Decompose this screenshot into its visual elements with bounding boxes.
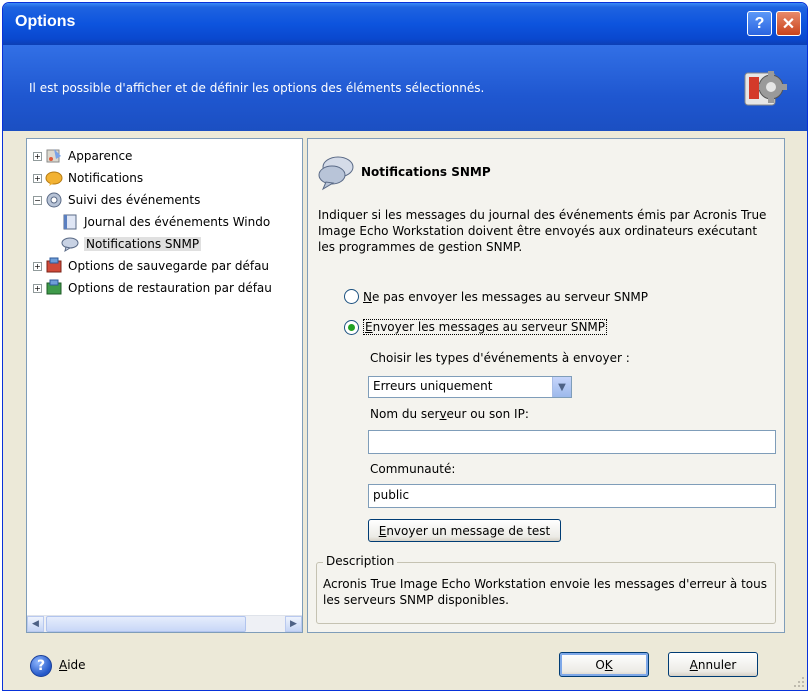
appearance-icon (46, 149, 61, 163)
send-test-message-button[interactable]: Envoyer un message de test (368, 519, 561, 542)
expand-icon[interactable]: + (33, 173, 42, 183)
tree-item-appearance[interactable]: + Apparence (33, 145, 295, 167)
radio-do-not-send[interactable]: Ne pas envoyer les messages au serveur S… (344, 289, 648, 304)
window-title: Options (15, 13, 76, 30)
options-tree-panel: + Apparence + Notifications − Suivi des … (26, 138, 303, 633)
button-label: nnuler (697, 657, 737, 672)
hotkey-letter: N (363, 289, 372, 304)
scrollbar-thumb[interactable] (46, 616, 246, 632)
hotkey-letter: E (365, 320, 373, 334)
notifications-icon (45, 171, 63, 186)
collapse-icon[interactable]: − (33, 195, 42, 205)
hotkey-letter: K (604, 657, 613, 672)
tree-label: Notifications SNMP (84, 237, 202, 251)
expand-icon[interactable]: + (33, 151, 42, 161)
community-input[interactable]: public (368, 484, 776, 508)
event-tracking-icon (46, 192, 62, 208)
backup-options-icon (46, 257, 62, 273)
server-input[interactable] (368, 430, 776, 454)
button-label: nvoyer un message de test (386, 523, 551, 538)
tree-item-restore-options[interactable]: + Options de restauration par défau (33, 277, 295, 299)
tree-item-backup-options[interactable]: + Options de sauvegarde par défau (33, 255, 295, 277)
description-group: Description Acronis True Image Echo Work… (316, 554, 776, 624)
title-bar: Options ? ✕ (3, 3, 807, 45)
close-icon: ✕ (781, 15, 796, 33)
radio-button[interactable] (344, 289, 359, 304)
expand-icon[interactable]: + (33, 261, 42, 271)
tree-item-notifications[interactable]: + Notifications (33, 167, 295, 189)
snmp-icon (318, 156, 354, 191)
ok-button[interactable]: OK (559, 652, 649, 677)
event-types-label: Choisir les types d'événements à envoyer… (370, 351, 630, 365)
tree-label: Options de sauvegarde par défau (68, 259, 270, 273)
scroll-right-button[interactable]: ▶ (285, 616, 302, 632)
help-title-button[interactable]: ? (747, 11, 772, 36)
radio-label: Envoyer les messages au serveur SNMP (363, 319, 608, 335)
scroll-left-button[interactable]: ◀ (27, 616, 44, 632)
label-part: Nom du ser (370, 407, 440, 421)
options-dialog: Options ? ✕ Il est possible d'afficher e… (2, 2, 808, 691)
scrollbar-track[interactable] (44, 616, 285, 632)
tree-label: Options de restauration par défau (68, 281, 272, 295)
snmp-settings-panel: Notifications SNMP Indiquer si les messa… (307, 138, 785, 633)
snmp-icon (61, 237, 79, 253)
panel-description: Indiquer si les messages du journal des … (318, 208, 767, 254)
banner-text: Il est possible d'afficher et de définir… (29, 81, 485, 95)
radio-label: Ne pas envoyer les messages au serveur S… (363, 290, 648, 304)
chevron-left-icon: ◀ (32, 619, 39, 629)
help-label-text: ide (67, 658, 86, 672)
help-icon[interactable]: ? (30, 655, 52, 677)
hotkey-letter: A (59, 658, 68, 672)
hotkey-letter: E (378, 523, 387, 538)
expand-icon[interactable]: + (33, 283, 42, 293)
help-link[interactable]: Aide (59, 658, 86, 672)
close-button[interactable]: ✕ (776, 11, 801, 36)
server-label: Nom du serveur ou son IP: (370, 407, 529, 421)
chevron-right-icon: ▶ (290, 619, 297, 629)
restore-options-icon (46, 279, 62, 295)
tree-label: Journal des événements Windo (84, 215, 271, 229)
button-label: O (595, 657, 605, 672)
hotkey-letter: A (689, 657, 698, 672)
options-tree: + Apparence + Notifications − Suivi des … (33, 145, 295, 299)
tree-item-event-tracking[interactable]: − Suivi des événements (33, 189, 295, 211)
group-description-text: Acronis True Image Echo Workstation envo… (323, 577, 767, 607)
resize-grip-icon[interactable] (793, 676, 805, 688)
radio-label-text: nvoyer les messages au serveur SNMP (372, 320, 606, 334)
tree-item-event-log[interactable]: Journal des événements Windo (33, 211, 295, 233)
settings-gear-icon (744, 71, 787, 106)
question-icon: ? (754, 14, 765, 32)
label-part: eur ou son IP: (446, 407, 529, 421)
event-types-select[interactable]: Erreurs uniquement ▼ (368, 376, 572, 398)
header-banner: Il est possible d'afficher et de définir… (3, 45, 807, 131)
cancel-button[interactable]: Annuler (668, 652, 758, 677)
community-label: Communauté: (370, 462, 456, 476)
tree-label: Suivi des événements (68, 193, 201, 207)
hotkey-letter: v (439, 407, 447, 421)
group-legend: Description (323, 554, 398, 568)
radio-send-messages[interactable]: Envoyer les messages au serveur SNMP (344, 319, 608, 335)
chevron-down-icon[interactable]: ▼ (552, 377, 571, 397)
tree-label: Notifications (68, 171, 144, 185)
tree-label: Apparence (68, 149, 133, 163)
panel-title: Notifications SNMP (361, 165, 491, 179)
radio-button[interactable] (344, 319, 359, 335)
horizontal-scrollbar[interactable]: ◀ ▶ (27, 615, 302, 632)
radio-label-text: e pas envoyer les messages au serveur SN… (371, 289, 649, 304)
event-log-icon (63, 214, 77, 230)
select-value: Erreurs uniquement (373, 379, 493, 393)
tree-item-snmp-notifications[interactable]: Notifications SNMP (33, 233, 295, 255)
